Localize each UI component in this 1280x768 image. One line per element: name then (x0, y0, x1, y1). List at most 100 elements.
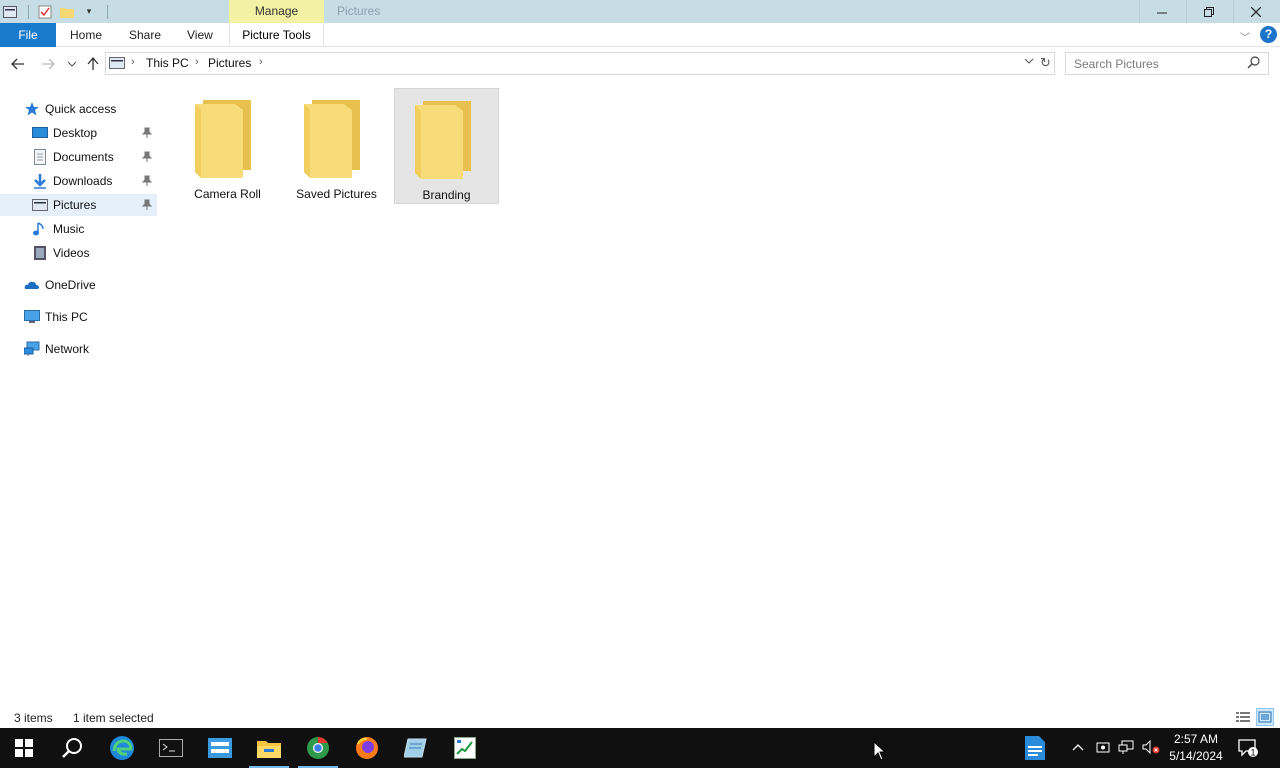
window-title: Pictures (337, 4, 381, 18)
clock-time: 2:57 AM (1173, 732, 1219, 746)
clock-date: 5/14/2024 (1169, 749, 1223, 763)
back-button[interactable] (10, 56, 26, 72)
recent-locations-icon[interactable] (64, 56, 80, 72)
sidebar-item-label: Music (53, 222, 85, 236)
folder-name: Camera Roll (194, 187, 261, 201)
mouse-cursor-icon (873, 740, 887, 764)
folder-item-camera-roll[interactable]: Camera Roll (175, 88, 280, 204)
videos-icon (32, 245, 48, 261)
taskbar-search-icon[interactable] (48, 728, 96, 768)
tab-home[interactable]: Home (70, 23, 102, 47)
up-button[interactable] (85, 56, 101, 72)
folder-item-branding[interactable]: Branding (394, 88, 499, 204)
start-button[interactable] (0, 728, 48, 768)
item-count: 3 items (14, 711, 53, 725)
sidebar-item-label: Network (45, 342, 90, 356)
sidebar-item-label: This PC (45, 310, 88, 324)
tab-share[interactable]: Share (129, 23, 161, 47)
sidebar-item-pictures[interactable]: Pictures (0, 194, 157, 216)
address-dropdown-icon[interactable] (1024, 57, 1034, 68)
breadcrumb-chevron-icon[interactable]: › (259, 56, 263, 68)
qat-divider (28, 4, 29, 19)
file-explorer-icon[interactable] (245, 728, 293, 768)
folder-name: Branding (422, 188, 471, 202)
close-button[interactable] (1233, 0, 1279, 23)
folder-icon (304, 98, 360, 183)
tab-picture-tools[interactable]: Picture Tools (229, 23, 324, 47)
address-bar[interactable]: › This PC › Pictures › ↻ (105, 52, 1055, 75)
breadcrumb-chevron-icon[interactable]: › (131, 56, 135, 68)
search-icon[interactable] (1247, 56, 1260, 72)
forward-button[interactable] (40, 56, 56, 72)
properties-icon[interactable] (37, 4, 53, 20)
sidebar-item-videos[interactable]: Videos (0, 242, 157, 264)
task-manager-icon[interactable] (441, 728, 489, 768)
show-hidden-icons-icon[interactable] (1072, 740, 1084, 754)
ribbon-tabs: File Home Share View Picture Tools ﹀ ? (0, 23, 1280, 47)
status-bar: 3 items 1 item selected (0, 707, 1280, 728)
sidebar-item-network[interactable]: Network (0, 338, 157, 360)
meet-now-icon[interactable] (1096, 740, 1110, 757)
details-view-icon[interactable] (1234, 708, 1252, 726)
sidebar-item-label: Documents (53, 150, 114, 164)
tab-view[interactable]: View (187, 23, 213, 47)
breadcrumb-this-pc[interactable]: This PC (146, 56, 189, 70)
sidebar-item-label: Videos (53, 246, 90, 260)
search-input[interactable] (1066, 53, 1241, 74)
selection-count: 1 item selected (73, 711, 154, 725)
pin-icon (141, 151, 153, 163)
star-icon (24, 101, 40, 117)
expand-ribbon-icon[interactable]: ﹀ (1240, 29, 1250, 44)
music-icon (32, 221, 48, 237)
sidebar-item-downloads[interactable]: Downloads (0, 170, 157, 192)
breadcrumb-pictures[interactable]: Pictures (208, 56, 251, 70)
network-icon (23, 341, 40, 357)
this-pc-icon (24, 309, 40, 325)
folder-icon (195, 98, 251, 183)
action-center-icon[interactable]: 1 (1238, 738, 1258, 761)
navigation-bar: › This PC › Pictures › ↻ (0, 47, 1280, 81)
desktop-icon (32, 125, 48, 141)
pin-icon (141, 175, 153, 187)
breadcrumb-chevron-icon[interactable]: › (195, 56, 199, 68)
restore-button[interactable] (1186, 0, 1232, 23)
network-tray-icon[interactable] (1118, 740, 1134, 757)
sidebar-item-documents[interactable]: Documents (0, 146, 157, 168)
minimize-button[interactable] (1139, 0, 1185, 23)
folder-item-saved-pictures[interactable]: Saved Pictures (284, 88, 389, 204)
sidebar-item-onedrive[interactable]: OneDrive (0, 274, 157, 296)
notepad-icon[interactable] (392, 728, 440, 768)
volume-muted-icon[interactable] (1142, 739, 1160, 757)
server-manager-icon[interactable] (196, 728, 244, 768)
edge-icon[interactable] (98, 728, 146, 768)
new-folder-icon[interactable] (59, 4, 75, 20)
qat-divider (107, 4, 108, 19)
refresh-icon[interactable]: ↻ (1040, 55, 1051, 71)
pictures-location-icon (109, 57, 125, 73)
manage-context-tab[interactable]: Manage (229, 0, 324, 23)
large-icons-view-icon[interactable] (1256, 708, 1274, 726)
sidebar-item-desktop[interactable]: Desktop (0, 122, 157, 144)
firefox-icon[interactable] (343, 728, 391, 768)
sidebar-item-this-pc[interactable]: This PC (0, 306, 157, 328)
taskbar-clock[interactable]: 2:57 AM 5/14/2024 (1164, 731, 1228, 765)
sidebar-item-music[interactable]: Music (0, 218, 157, 240)
sidebar-item-label: Desktop (53, 126, 98, 140)
title-bar: ▾ Manage Pictures (0, 0, 1280, 23)
help-icon[interactable]: ? (1260, 26, 1277, 43)
document-app-icon[interactable] (1011, 728, 1059, 768)
pin-icon (141, 127, 153, 139)
documents-icon (32, 149, 48, 165)
pin-icon (141, 199, 153, 211)
tab-file[interactable]: File (0, 23, 56, 47)
customize-qat-icon[interactable]: ▾ (81, 4, 97, 20)
terminal-icon[interactable] (147, 728, 195, 768)
chrome-icon[interactable] (294, 728, 342, 768)
sidebar-item-label: OneDrive (45, 278, 96, 292)
downloads-icon (32, 173, 48, 189)
search-box[interactable] (1065, 52, 1269, 75)
pictures-icon (32, 197, 48, 213)
sidebar-item-quick-access[interactable]: Quick access (0, 98, 157, 120)
folder-icon (415, 99, 471, 184)
taskbar: 2:57 AM 5/14/2024 1 (0, 728, 1280, 768)
